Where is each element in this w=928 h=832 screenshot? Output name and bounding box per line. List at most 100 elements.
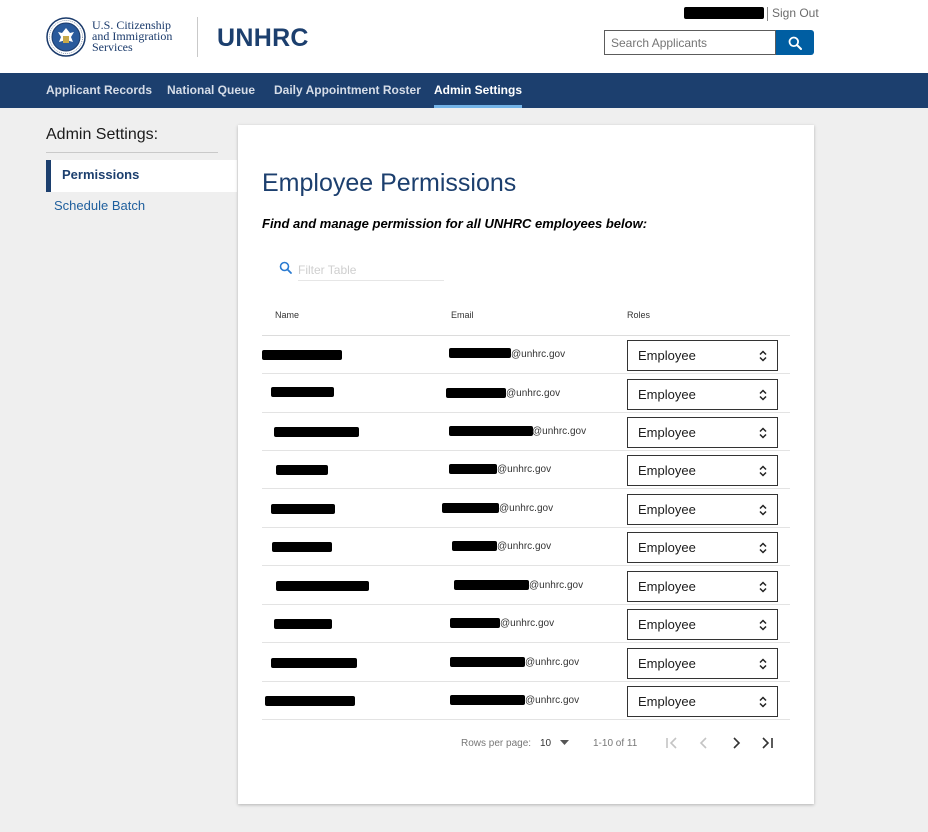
- table-row: @unhrc.gov Employee: [262, 451, 790, 489]
- email-domain: @unhrc.gov: [532, 426, 587, 437]
- user-separator: [767, 7, 768, 21]
- email-user-redacted: [449, 464, 497, 474]
- rows-per-page-value: 10: [540, 738, 552, 749]
- sort-chevrons-icon: [759, 389, 767, 401]
- name-redacted: [271, 504, 335, 514]
- search-input[interactable]: [604, 30, 776, 55]
- sidebar-item-schedule-batch[interactable]: Schedule Batch: [54, 198, 145, 213]
- email-user-redacted: [450, 657, 525, 667]
- sort-chevrons-icon: [759, 619, 767, 631]
- email-user-redacted: [450, 695, 525, 705]
- email-user-redacted: [446, 388, 506, 398]
- role-select[interactable]: Employee: [627, 686, 778, 717]
- role-select[interactable]: Employee: [627, 571, 778, 602]
- role-value: Employee: [638, 348, 696, 363]
- agency-line-3: Services: [92, 40, 133, 54]
- role-select[interactable]: Employee: [627, 379, 778, 410]
- table-row: @unhrc.gov Employee: [262, 375, 790, 413]
- name-redacted: [271, 387, 334, 397]
- email-domain: @unhrc.gov: [497, 464, 552, 475]
- email-domain: @unhrc.gov: [525, 695, 580, 706]
- table-row: @unhrc.gov Employee: [262, 682, 790, 720]
- email-domain: @unhrc.gov: [500, 618, 555, 629]
- email-domain: @unhrc.gov: [497, 541, 552, 552]
- user-name-redacted: [684, 7, 764, 19]
- email-domain: @unhrc.gov: [529, 580, 584, 591]
- email-domain: @unhrc.gov: [499, 503, 554, 514]
- nav-admin-settings[interactable]: Admin Settings: [434, 73, 523, 108]
- sidebar-item-label: Permissions: [62, 167, 140, 182]
- last-page-button[interactable]: [759, 735, 775, 751]
- sign-out-link[interactable]: Sign Out: [772, 6, 819, 20]
- name-redacted: [276, 465, 328, 475]
- name-redacted: [272, 542, 332, 552]
- page-title: Employee Permissions: [262, 169, 517, 197]
- name-redacted: [274, 619, 332, 629]
- sidebar-title: Admin Settings:: [46, 126, 159, 143]
- chevron-right-icon: [733, 737, 741, 749]
- first-page-button[interactable]: [664, 735, 680, 751]
- table-row: @unhrc.gov Employee: [262, 567, 790, 605]
- table-row: @unhrc.gov Employee: [262, 605, 790, 643]
- email-user-redacted: [449, 348, 511, 358]
- sort-chevrons-icon: [759, 504, 767, 516]
- sidebar-item-permissions[interactable]: Permissions: [46, 160, 237, 192]
- main-nav: Applicant Records National Queue Daily A…: [0, 73, 928, 108]
- last-page-icon: [762, 737, 773, 749]
- role-select[interactable]: Employee: [627, 609, 778, 640]
- sort-chevrons-icon: [759, 658, 767, 670]
- search-icon: [788, 36, 802, 50]
- search-button[interactable]: [776, 30, 814, 55]
- filter-table-input[interactable]: [298, 260, 444, 281]
- page-subtitle: Find and manage permission for all UNHRC…: [262, 216, 648, 231]
- role-select[interactable]: Employee: [627, 455, 778, 486]
- dhs-seal-icon: [46, 17, 86, 57]
- table-row: @unhrc.gov Employee: [262, 336, 790, 374]
- role-select[interactable]: Employee: [627, 417, 778, 448]
- name-redacted: [274, 427, 359, 437]
- table-row: @unhrc.gov Employee: [262, 644, 790, 682]
- sort-chevrons-icon: [759, 581, 767, 593]
- role-value: Employee: [638, 579, 696, 594]
- site-header: U.S. Citizenship and Immigration Service…: [0, 0, 928, 73]
- role-select[interactable]: Employee: [627, 494, 778, 525]
- role-value: Employee: [638, 656, 696, 671]
- next-page-button[interactable]: [728, 735, 744, 751]
- nav-daily-appointment-roster[interactable]: Daily Appointment Roster: [274, 73, 421, 108]
- pagination-range: 1-10 of 11: [593, 738, 638, 749]
- agency-name: U.S. Citizenship and Immigration Service…: [92, 19, 172, 54]
- filter-search-icon: [279, 261, 292, 274]
- role-value: Employee: [638, 617, 696, 632]
- role-select[interactable]: Employee: [627, 340, 778, 371]
- prev-page-button[interactable]: [696, 735, 712, 751]
- role-value: Employee: [638, 502, 696, 517]
- permissions-card: Employee Permissions Find and manage per…: [238, 125, 814, 804]
- email-user-redacted: [442, 503, 499, 513]
- nav-applicant-records[interactable]: Applicant Records: [46, 73, 152, 108]
- caret-down-icon: [559, 740, 569, 746]
- email-user-redacted: [454, 580, 529, 590]
- table-row: @unhrc.gov Employee: [262, 413, 790, 451]
- sort-chevrons-icon: [759, 350, 767, 362]
- email-domain: @unhrc.gov: [525, 657, 580, 668]
- role-value: Employee: [638, 425, 696, 440]
- rows-per-page-select[interactable]: 10: [540, 738, 569, 749]
- column-header-name[interactable]: Name: [275, 310, 299, 320]
- sort-chevrons-icon: [759, 542, 767, 554]
- email-domain: @unhrc.gov: [511, 349, 566, 360]
- sort-chevrons-icon: [759, 465, 767, 477]
- email-user-redacted: [450, 618, 500, 628]
- column-header-roles[interactable]: Roles: [627, 310, 650, 320]
- header-divider: [197, 17, 198, 57]
- role-select[interactable]: Employee: [627, 532, 778, 563]
- first-page-icon: [666, 737, 677, 749]
- role-value: Employee: [638, 463, 696, 478]
- nav-national-queue[interactable]: National Queue: [167, 73, 255, 108]
- role-value: Employee: [638, 694, 696, 709]
- table-row: @unhrc.gov Employee: [262, 528, 790, 566]
- column-header-email[interactable]: Email: [451, 310, 474, 320]
- name-redacted: [276, 581, 369, 591]
- email-user-redacted: [449, 426, 533, 436]
- role-value: Employee: [638, 540, 696, 555]
- role-select[interactable]: Employee: [627, 648, 778, 679]
